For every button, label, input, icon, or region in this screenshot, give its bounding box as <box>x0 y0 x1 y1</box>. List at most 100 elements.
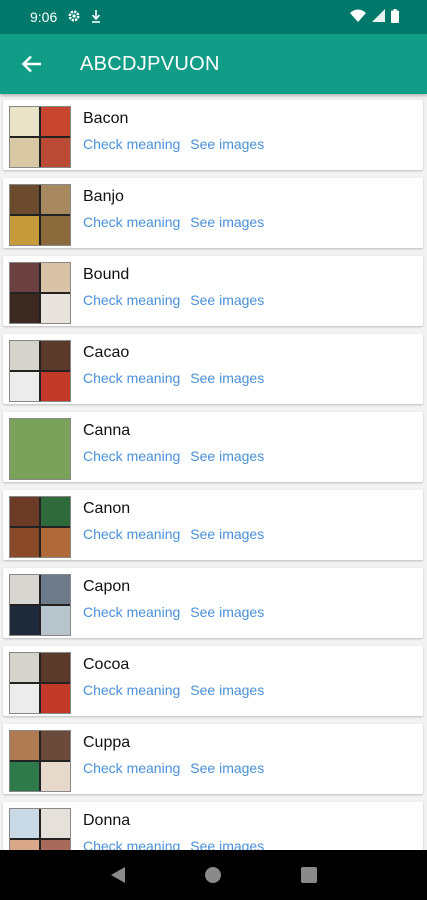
check-meaning-link[interactable]: Check meaning <box>83 292 180 308</box>
word-label: Cacao <box>83 344 130 361</box>
word-links: Check meaning See images <box>83 292 264 308</box>
thumbnail-image <box>10 341 39 370</box>
see-images-link[interactable]: See images <box>190 604 264 620</box>
signal-icon <box>372 9 385 25</box>
nav-back-icon[interactable] <box>98 855 138 895</box>
list-item[interactable]: Bound Check meaning See images <box>3 256 423 326</box>
thumbnail-image <box>10 216 39 245</box>
thumbnail-image <box>41 263 70 292</box>
thumbnail-image <box>10 762 39 791</box>
list-item[interactable]: Cacao Check meaning See images <box>3 334 423 404</box>
list-item[interactable]: Cuppa Check meaning See images <box>3 724 423 794</box>
thumbnail-image <box>41 809 70 838</box>
word-thumbnail <box>9 106 71 168</box>
list-item[interactable]: Capon Check meaning See images <box>3 568 423 638</box>
check-meaning-link[interactable]: Check meaning <box>83 370 180 386</box>
thumbnail-image <box>41 294 70 323</box>
word-label: Banjo <box>83 188 124 205</box>
thumbnail-image <box>10 497 39 526</box>
word-label: Bound <box>83 266 130 283</box>
word-links: Check meaning See images <box>83 682 264 698</box>
check-meaning-link[interactable]: Check meaning <box>83 214 180 230</box>
list-item[interactable]: Canon Check meaning See images <box>3 490 423 560</box>
thumbnail-image <box>41 107 70 136</box>
see-images-link[interactable]: See images <box>190 136 264 152</box>
nav-home-icon[interactable] <box>193 855 233 895</box>
see-images-link[interactable]: See images <box>190 838 264 850</box>
word-links: Check meaning See images <box>83 838 264 850</box>
word-thumbnail <box>9 262 71 324</box>
check-meaning-link[interactable]: Check meaning <box>83 604 180 620</box>
thumbnail-image <box>10 840 39 850</box>
thumbnail-image <box>10 263 39 292</box>
arrow-left-icon[interactable] <box>2 34 62 94</box>
page-title: ABCDJPVUON <box>80 52 220 75</box>
wifi-icon <box>350 9 366 25</box>
word-links: Check meaning See images <box>83 214 264 230</box>
check-meaning-link[interactable]: Check meaning <box>83 682 180 698</box>
battery-icon <box>391 8 399 26</box>
download-icon <box>91 9 101 26</box>
word-label: Canon <box>83 500 131 517</box>
thumbnail-image <box>10 185 39 214</box>
thumbnail-image <box>10 684 39 713</box>
thumbnail-image <box>10 606 39 635</box>
thumbnail-image <box>41 341 70 370</box>
word-label: Donna <box>83 812 131 829</box>
thumbnail-image <box>10 138 39 167</box>
word-thumbnail <box>9 340 71 402</box>
check-meaning-link[interactable]: Check meaning <box>83 136 180 152</box>
gear-icon <box>67 9 81 26</box>
thumbnail-image <box>41 372 70 401</box>
word-links: Check meaning See images <box>83 448 264 464</box>
word-thumbnail <box>9 496 71 558</box>
thumbnail-image <box>10 575 39 604</box>
list-item[interactable]: Cocoa Check meaning See images <box>3 646 423 716</box>
thumbnail-image <box>41 575 70 604</box>
thumbnail-image <box>10 731 39 760</box>
word-links: Check meaning See images <box>83 370 264 386</box>
word-thumbnail <box>9 184 71 246</box>
see-images-link[interactable]: See images <box>190 760 264 776</box>
thumbnail-image <box>41 138 70 167</box>
list-item[interactable]: Bacon Check meaning See images <box>3 100 423 170</box>
status-bar: 9:06 <box>0 0 427 34</box>
thumbnail-image <box>41 731 70 760</box>
see-images-link[interactable]: See images <box>190 682 264 698</box>
thumbnail-image <box>41 840 70 850</box>
thumbnail-image <box>10 528 39 557</box>
list-item[interactable]: Donna Check meaning See images <box>3 802 423 850</box>
check-meaning-link[interactable]: Check meaning <box>83 838 180 850</box>
check-meaning-link[interactable]: Check meaning <box>83 760 180 776</box>
word-links: Check meaning See images <box>83 526 264 542</box>
word-label: Capon <box>83 578 131 595</box>
word-thumbnail <box>9 652 71 714</box>
see-images-link[interactable]: See images <box>190 448 264 464</box>
thumbnail-image <box>10 653 39 682</box>
nav-recents-icon[interactable] <box>289 855 329 895</box>
thumbnail-image <box>10 294 39 323</box>
word-thumbnail <box>9 730 71 792</box>
app-bar: ABCDJPVUON <box>0 34 427 94</box>
check-meaning-link[interactable]: Check meaning <box>83 526 180 542</box>
see-images-link[interactable]: See images <box>190 292 264 308</box>
see-images-link[interactable]: See images <box>190 526 264 542</box>
word-thumbnail <box>9 574 71 636</box>
list-item[interactable]: Canna Check meaning See images <box>3 412 423 482</box>
thumbnail-image <box>41 216 70 245</box>
thumbnail-image <box>10 107 39 136</box>
word-thumbnail <box>9 808 71 850</box>
navigation-bar <box>0 850 427 900</box>
word-list: Bacon Check meaning See images Banjo Check m… <box>0 94 427 850</box>
word-thumbnail <box>9 418 71 480</box>
see-images-link[interactable]: See images <box>190 370 264 386</box>
thumbnail-image <box>41 684 70 713</box>
list-item[interactable]: Banjo Check meaning See images <box>3 178 423 248</box>
thumbnail-image <box>10 809 39 838</box>
check-meaning-link[interactable]: Check meaning <box>83 448 180 464</box>
word-links: Check meaning See images <box>83 760 264 776</box>
word-label: Cuppa <box>83 734 131 751</box>
word-label: Canna <box>83 422 131 439</box>
status-time: 9:06 <box>30 9 58 25</box>
see-images-link[interactable]: See images <box>190 214 264 230</box>
